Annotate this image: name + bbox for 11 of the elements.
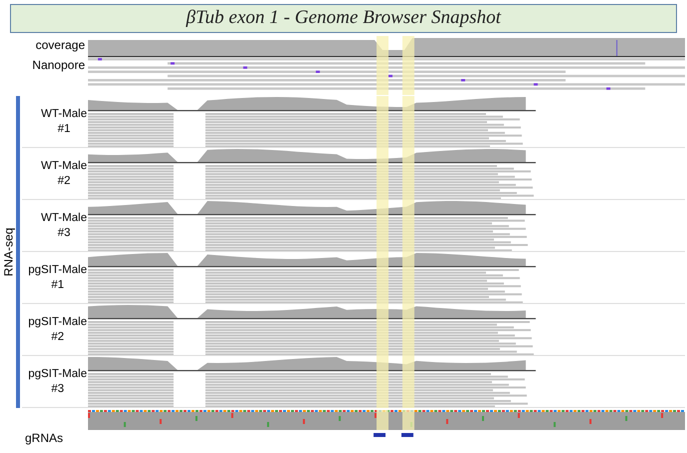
track-label: coverage [36,37,85,54]
sample-label: WT-Male #2 [41,158,87,188]
sample-label: pgSIT-Male #1 [28,262,87,292]
sample-label: WT-Male #3 [41,210,87,240]
group-label: RNA-seq [0,228,16,276]
track-label: gRNAs [24,430,63,447]
sample-label: pgSIT-Male #3 [28,366,87,396]
sample-label: WT-Male #1 [41,106,87,136]
sample-label: pgSIT-Male #2 [28,314,87,344]
figure-title: βTub exon 1 - Genome Browser Snapshot [186,6,501,30]
track-label: Nanopore [32,57,85,74]
